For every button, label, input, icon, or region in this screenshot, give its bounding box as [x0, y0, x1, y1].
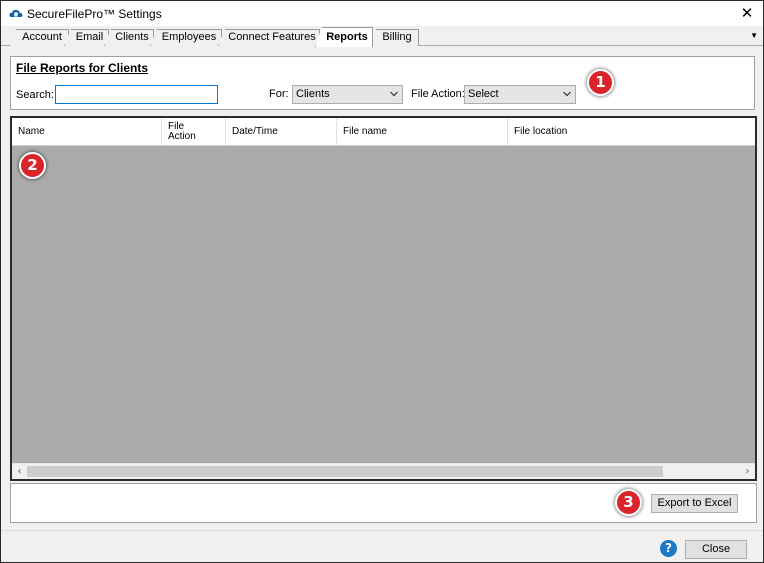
callout-badge-1: 1	[587, 69, 614, 96]
tab-billing[interactable]: Billing	[369, 29, 419, 46]
scroll-right-icon[interactable]: ›	[740, 464, 755, 480]
dialog-footer: ? Close	[1, 530, 763, 562]
column-header-date-time[interactable]: Date/Time	[226, 118, 337, 145]
column-header-file-location[interactable]: File location	[508, 118, 755, 145]
filter-group: File Reports for Clients Search: For: Cl…	[10, 56, 755, 110]
for-label: For:	[269, 88, 289, 100]
export-to-excel-button[interactable]: Export to Excel	[651, 494, 738, 513]
column-header-file-action[interactable]: File Action	[162, 118, 226, 145]
scroll-left-icon[interactable]: ‹	[12, 464, 27, 480]
file-action-label: File Action:	[411, 88, 465, 100]
tab-employees[interactable]: Employees	[150, 29, 222, 46]
tab-account[interactable]: Account	[9, 29, 69, 46]
tab-clients[interactable]: Clients	[104, 29, 154, 46]
cloud-shield-icon	[9, 9, 23, 18]
column-header-file-name[interactable]: File name	[337, 118, 508, 145]
tab-strip: Account Email Clients Employees Connect …	[1, 26, 763, 47]
for-select-value: Clients	[296, 88, 330, 100]
settings-window: SecureFilePro™ Settings ✕ Account Email …	[0, 0, 764, 563]
callout-badge-2: 2	[19, 152, 46, 179]
help-icon[interactable]: ?	[660, 540, 677, 557]
close-button[interactable]: Close	[685, 540, 747, 559]
for-select[interactable]: Clients	[292, 85, 403, 104]
window-close-icon[interactable]: ✕	[739, 4, 755, 22]
file-reports-grid[interactable]: Name File Action Date/Time File name Fil…	[10, 116, 757, 481]
tab-reports[interactable]: Reports	[315, 27, 373, 47]
report-title: File Reports for Clients	[16, 61, 149, 75]
chevron-down-icon	[563, 91, 571, 97]
file-action-select-value: Select	[468, 88, 499, 100]
column-header-name[interactable]: Name	[12, 118, 162, 145]
scrollbar-thumb[interactable]	[27, 466, 663, 477]
callout-badge-3: 3	[615, 489, 642, 516]
chevron-down-icon	[390, 91, 398, 97]
reports-panel: File Reports for Clients Search: For: Cl…	[1, 46, 763, 530]
grid-header: Name File Action Date/Time File name Fil…	[12, 118, 755, 146]
export-group: Export to Excel	[10, 483, 757, 523]
horizontal-scrollbar[interactable]: ‹ ›	[12, 463, 755, 479]
file-action-select[interactable]: Select	[464, 85, 576, 104]
tab-email[interactable]: Email	[64, 29, 109, 46]
tab-overflow-icon[interactable]: ▼	[750, 31, 758, 40]
search-input[interactable]	[55, 85, 218, 104]
tab-connect-features[interactable]: Connect Features	[218, 29, 320, 46]
window-title: SecureFilePro™ Settings	[27, 7, 162, 21]
title-bar: SecureFilePro™ Settings ✕	[1, 1, 763, 26]
search-label: Search:	[16, 89, 54, 101]
